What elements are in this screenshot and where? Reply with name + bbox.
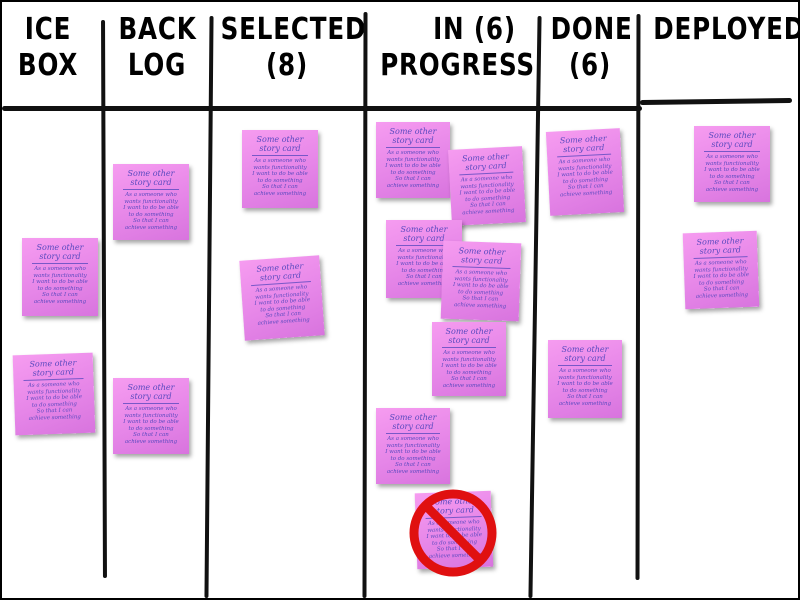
column-divider-4	[528, 16, 542, 598]
no-entry-icon	[409, 489, 497, 577]
header-divider-left	[2, 106, 642, 111]
story-card[interactable]: Some other story cardAs a someone who wa…	[545, 128, 625, 216]
story-card[interactable]: Some other story cardAs a someone who wa…	[239, 255, 325, 341]
column-header-in-progress: IN (6) PROGRESS	[380, 12, 535, 83]
story-card[interactable]: Some other story cardAs a someone who wa…	[448, 146, 526, 226]
column-header-ice-box: ICE BOX	[17, 12, 79, 83]
column-divider-3	[362, 11, 368, 598]
story-card[interactable]: Some other story cardAs a someone who wa…	[113, 378, 189, 454]
column-divider-1	[101, 19, 107, 579]
story-card[interactable]: Some other story cardAs a someone who wa…	[682, 230, 760, 310]
column-header-done: DONE (6)	[550, 12, 633, 83]
column-divider-2	[204, 15, 214, 598]
story-card[interactable]: Some other story cardAs a someone who wa…	[113, 164, 189, 240]
story-card[interactable]: Some other story cardAs a someone who wa…	[548, 340, 622, 418]
story-card[interactable]: Some other story cardAs a someone who wa…	[694, 126, 770, 202]
kanban-board: ICE BOX BACK LOG SELECTED (8) IN (6) PROGRES…	[0, 0, 800, 600]
story-card[interactable]: Some other story cardAs a someone who wa…	[22, 238, 98, 316]
story-card[interactable]: Some other story cardAs a someone who wa…	[376, 408, 450, 484]
story-card[interactable]: Some other story cardAs a someone who wa…	[242, 130, 318, 208]
column-header-backlog: BACK LOG	[118, 12, 197, 83]
story-card[interactable]: Some other story cardAs a someone who wa…	[376, 122, 450, 198]
header-divider-right	[639, 97, 793, 106]
column-header-deployed: DEPLOYED	[653, 12, 800, 47]
story-card[interactable]: Some other story cardAs a someone who wa…	[440, 240, 522, 322]
column-divider-5	[635, 13, 641, 581]
column-header-selected: SELECTED (8)	[220, 12, 367, 83]
story-card[interactable]: Some other story cardAs a someone who wa…	[12, 352, 96, 436]
story-card[interactable]: Some other story cardAs a someone who wa…	[432, 322, 506, 396]
